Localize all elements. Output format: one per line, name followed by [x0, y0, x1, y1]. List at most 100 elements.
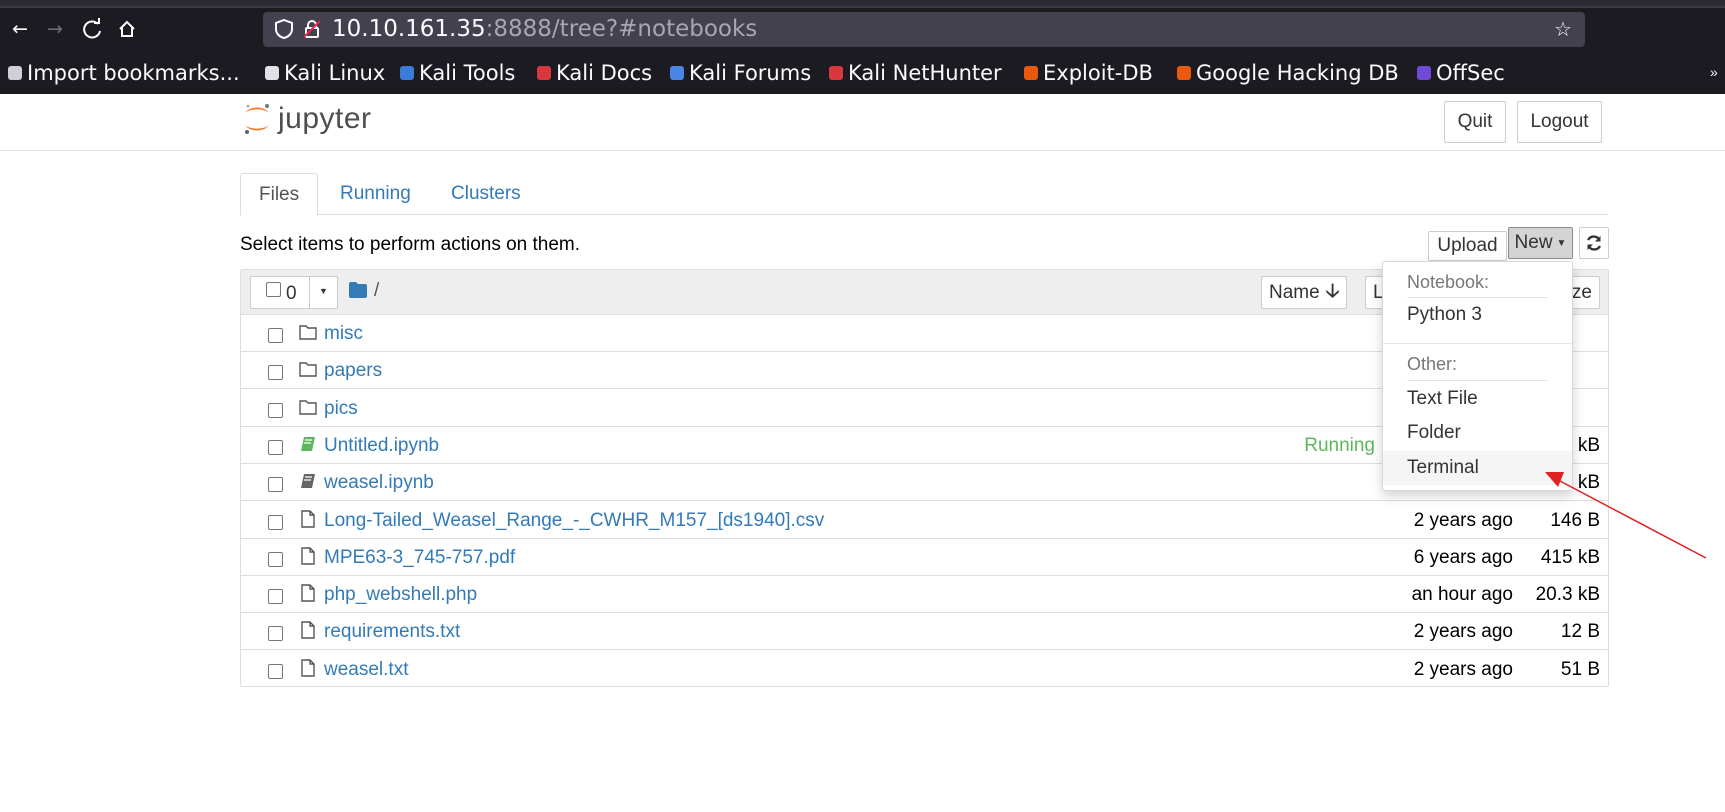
table-row[interactable]: weasel.txt 2 years ago 51 B — [241, 651, 1608, 688]
bookmark-item[interactable]: Kali Docs — [537, 58, 652, 88]
table-row[interactable]: Long-Tailed_Weasel_Range_-_CWHR_M157_[ds… — [241, 502, 1608, 539]
bookmark-favicon-icon — [400, 66, 414, 80]
tab-clusters[interactable]: Clusters — [433, 173, 539, 216]
last-modified: 6 years ago — [1413, 546, 1513, 568]
file-name-link[interactable]: MPE63-3_745-757.pdf — [324, 547, 515, 569]
new-terminal-item[interactable]: Terminal — [1383, 451, 1572, 485]
select-all-control[interactable]: 0 ▼ — [250, 276, 338, 309]
quit-button[interactable]: Quit — [1444, 101, 1506, 143]
row-checkbox[interactable] — [268, 328, 283, 343]
select-all-checkbox[interactable] — [266, 282, 281, 297]
sort-by-name-button[interactable]: Name 🡣 — [1261, 276, 1348, 309]
bookmark-favicon-icon — [670, 66, 684, 80]
refresh-icon — [1586, 235, 1602, 251]
jupyter-logo-icon — [245, 104, 269, 134]
other-section-header: Other: — [1407, 354, 1458, 374]
bookmark-favicon-icon — [265, 66, 279, 80]
new-button-label: New — [1514, 232, 1553, 253]
file-name-link[interactable]: misc — [324, 323, 363, 345]
table-row[interactable]: requirements.txt 2 years ago 12 B — [241, 613, 1608, 651]
file-name-link[interactable]: weasel.txt — [324, 659, 408, 681]
table-row[interactable]: MPE63-3_745-757.pdf 6 years ago 415 kB — [241, 539, 1608, 576]
forward-arrow-icon[interactable]: → — [40, 14, 70, 44]
new-text-file-item[interactable]: Text File — [1383, 382, 1572, 416]
selected-count: 0 — [286, 283, 297, 304]
last-modified: an hour ago — [1411, 584, 1513, 606]
file-size: 51 B — [1560, 658, 1600, 680]
bookmark-favicon-icon — [1024, 66, 1038, 80]
new-dropdown-menu: Notebook: Python 3 Other: Text File Fold… — [1382, 261, 1573, 491]
browser-toolbar: ← → 10.10.161.35:8888/tree?#notebooks ☆ … — [0, 0, 1725, 94]
file-name-link[interactable]: php_webshell.php — [324, 584, 477, 606]
file-name-link[interactable]: requirements.txt — [324, 621, 460, 643]
bookmark-item[interactable]: Kali Tools — [400, 58, 515, 88]
file-size: 415 kB — [1540, 546, 1600, 568]
table-row[interactable]: php_webshell.php an hour ago 20.3 kB — [241, 576, 1608, 614]
file-icon — [301, 547, 315, 565]
bookmark-favicon-icon — [1417, 66, 1431, 80]
row-checkbox[interactable] — [268, 663, 283, 679]
upload-button[interactable]: Upload — [1428, 231, 1507, 261]
home-icon[interactable] — [112, 14, 142, 44]
bookmarks-overflow-icon[interactable]: » — [1710, 64, 1718, 80]
new-dropdown-button[interactable]: New ▼ — [1508, 227, 1573, 259]
tracking-shield-icon[interactable] — [273, 18, 295, 40]
tab-files[interactable]: Files — [240, 173, 319, 216]
new-folder-item[interactable]: Folder — [1383, 416, 1572, 450]
url-bar[interactable]: 10.10.161.35:8888/tree?#notebooks ☆ — [263, 12, 1585, 47]
arrow-down-icon: 🡣 — [1325, 279, 1340, 302]
refresh-button[interactable] — [1579, 227, 1609, 259]
tab-bar: Files Running Clusters — [240, 173, 1608, 216]
notebook-section-header: Notebook: — [1407, 272, 1490, 292]
reload-glyph — [83, 18, 101, 39]
tab-strip-edge — [0, 6, 1725, 8]
row-checkbox[interactable] — [268, 439, 283, 455]
url-path: :8888/tree?#notebooks — [485, 16, 758, 42]
back-arrow-icon[interactable]: ← — [5, 14, 35, 44]
file-size: 146 B — [1550, 509, 1600, 531]
bookmark-label: Kali Forums — [689, 61, 812, 85]
new-python3-notebook-item[interactable]: Python 3 — [1383, 298, 1572, 332]
bookmark-star-icon[interactable]: ☆ — [1551, 17, 1575, 41]
url-text[interactable]: 10.10.161.35:8888/tree?#notebooks — [332, 15, 757, 43]
bookmark-label: Kali Tools — [419, 61, 516, 85]
breadcrumb[interactable]: / — [374, 280, 379, 302]
bookmark-item[interactable]: Exploit-DB — [1024, 58, 1153, 88]
file-name-link[interactable]: weasel.ipynb — [324, 472, 434, 494]
bookmark-item[interactable]: OffSec — [1417, 58, 1505, 88]
bookmark-item[interactable]: Kali NetHunter — [829, 58, 1002, 88]
file-icon — [301, 584, 315, 602]
row-checkbox[interactable] — [268, 402, 283, 418]
row-checkbox[interactable] — [268, 626, 283, 642]
bookmark-item[interactable]: Kali Linux — [265, 58, 385, 88]
folder-home-icon[interactable] — [348, 281, 368, 299]
last-modified: 2 years ago — [1413, 621, 1513, 643]
row-checkbox[interactable] — [268, 589, 283, 605]
file-size: 12 B — [1560, 621, 1600, 643]
bookmark-item[interactable]: Import bookmarks... — [8, 58, 240, 88]
row-checkbox[interactable] — [268, 365, 283, 381]
bookmark-favicon-icon — [829, 66, 843, 80]
file-name-link[interactable]: Untitled.ipynb — [324, 435, 439, 457]
tab-running[interactable]: Running — [322, 173, 429, 216]
file-name-link[interactable]: pics — [324, 398, 358, 420]
folder-icon — [299, 325, 317, 340]
file-name-link[interactable]: papers — [324, 360, 382, 382]
menu-separator — [1407, 380, 1548, 381]
folder-icon — [299, 362, 317, 377]
file-name-link[interactable]: Long-Tailed_Weasel_Range_-_CWHR_M157_[ds… — [324, 510, 824, 532]
bookmark-item[interactable]: Kali Forums — [670, 58, 811, 88]
jupyter-wordmark: jupyter — [278, 102, 372, 135]
row-checkbox[interactable] — [268, 514, 283, 530]
row-checkbox[interactable] — [268, 551, 283, 567]
row-checkbox[interactable] — [268, 477, 283, 493]
insecure-lock-icon[interactable] — [301, 18, 323, 40]
bookmark-item[interactable]: Google Hacking DB — [1177, 58, 1399, 88]
reload-icon[interactable] — [77, 14, 107, 44]
caret-down-icon: ▼ — [1556, 237, 1567, 249]
jupyter-logo[interactable]: jupyter — [242, 99, 372, 139]
select-caret-icon[interactable]: ▼ — [319, 286, 328, 296]
logout-button[interactable]: Logout — [1517, 101, 1602, 143]
notebook-running-icon — [301, 436, 315, 451]
file-icon — [301, 621, 315, 640]
